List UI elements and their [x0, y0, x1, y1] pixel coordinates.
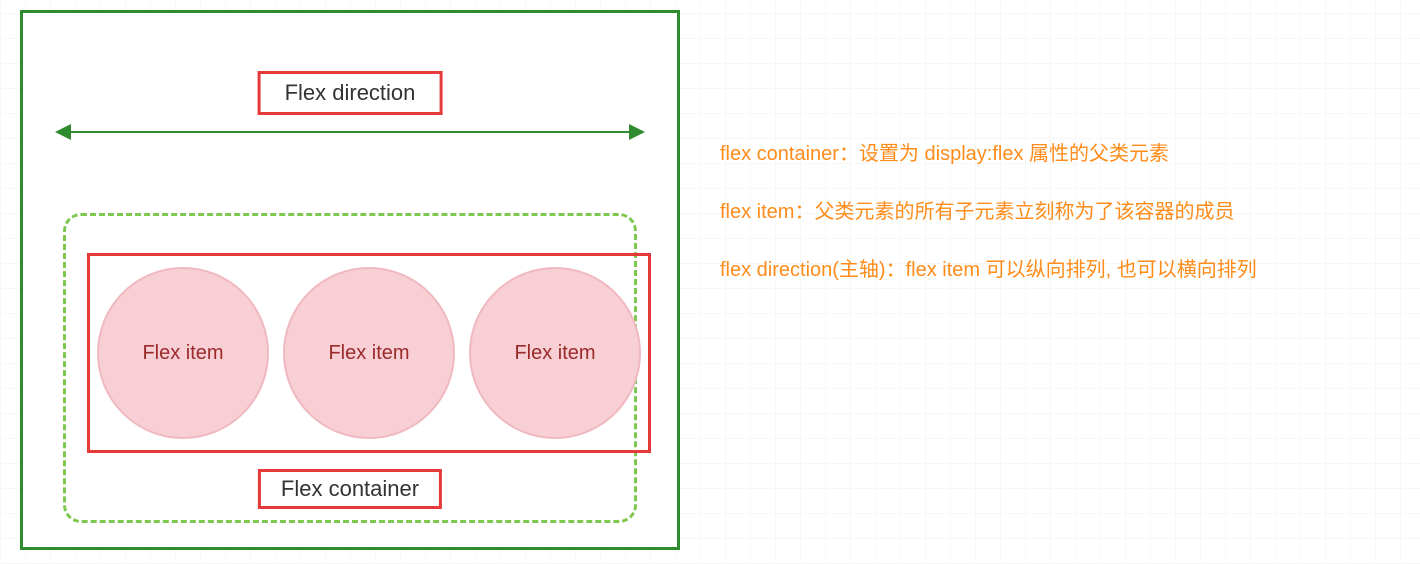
flex-items-highlight-box: Flex item Flex item Flex item	[87, 253, 651, 453]
flex-item-label: Flex item	[328, 342, 409, 365]
note-flex-direction: flex direction(主轴)：flex item 可以纵向排列, 也可以…	[720, 256, 1257, 284]
flex-diagram-container: Flex direction Flex item Flex item Flex …	[20, 10, 680, 550]
note-flex-item: flex item：父类元素的所有子元素立刻称为了该容器的成员	[720, 198, 1257, 226]
flex-item-label: Flex item	[514, 342, 595, 365]
flex-container-label-box: Flex container	[258, 469, 442, 509]
direction-axis-arrow-icon	[57, 131, 643, 133]
flex-direction-label-box: Flex direction	[258, 71, 443, 115]
flex-item-circle: Flex item	[97, 267, 269, 439]
note-flex-container: flex container：设置为 display:flex 属性的父类元素	[720, 140, 1257, 168]
flex-direction-label: Flex direction	[285, 80, 416, 105]
flex-container-label: Flex container	[281, 476, 419, 501]
flex-item-circle: Flex item	[283, 267, 455, 439]
flex-item-circle: Flex item	[469, 267, 641, 439]
notes-panel: flex container：设置为 display:flex 属性的父类元素 …	[720, 10, 1257, 284]
flex-item-label: Flex item	[142, 342, 223, 365]
page-root: Flex direction Flex item Flex item Flex …	[0, 0, 1420, 560]
